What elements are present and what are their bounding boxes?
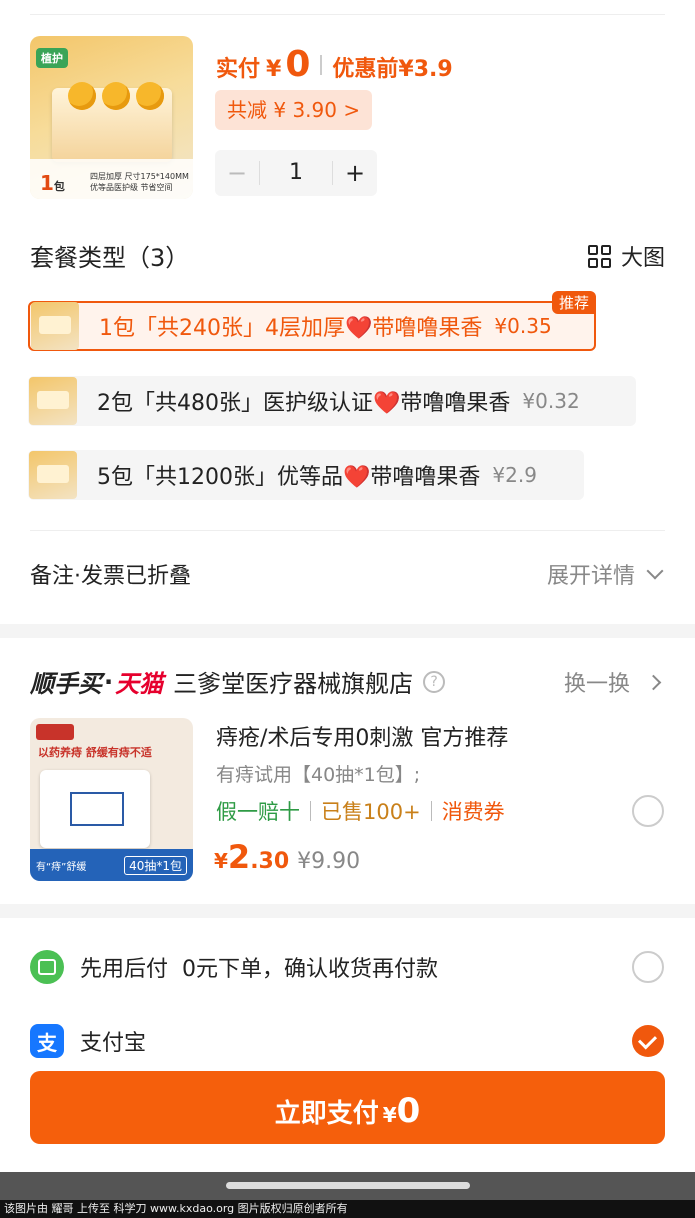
- remark-invoice-label: 备注·发票已折叠: [30, 564, 191, 589]
- thumb-caption: 四层加厚 尺寸175*140MM 优等品医护级 节省空间: [90, 172, 189, 192]
- paid-label: 实付: [216, 57, 261, 82]
- thumb-footer-left: 有“痔”舒缓: [36, 862, 87, 873]
- watermark-text: 该图片由 耀哥 上传至 科学刀 www.kxdao.org 图片版权归原创者所有: [0, 1200, 695, 1218]
- help-icon[interactable]: ?: [423, 670, 446, 693]
- chevron-right-icon: [645, 674, 662, 690]
- pay-later-icon: [30, 950, 64, 984]
- thumb-footer-right: 40抽*1包: [124, 856, 187, 875]
- addon-price: ¥2.30 ¥9.90: [214, 838, 361, 876]
- divider: [30, 530, 665, 531]
- addon-tags: 假一赔十 已售100+ 消费券: [216, 796, 505, 826]
- top-divider: [30, 14, 665, 15]
- quantity-value[interactable]: 1: [259, 161, 333, 185]
- option-thumbnail: [31, 302, 79, 350]
- store-name: 三爹堂医疗器械旗舰店: [173, 670, 414, 698]
- swap-button[interactable]: 换一换: [563, 666, 662, 698]
- option-label: 2包「共480张」医护级认证❤️带噜噜果香: [97, 391, 511, 416]
- addon-subtitle: 有痔试用【40抽*1包】;: [216, 764, 421, 786]
- option-price: ¥2.9: [492, 463, 537, 487]
- pay-later-name: 先用后付: [80, 957, 169, 982]
- pay-later-desc: 0元下单，确认收货再付款: [182, 957, 439, 982]
- thumb-qty: 1包: [40, 171, 65, 195]
- alipay-name: 支付宝: [80, 1031, 147, 1056]
- discount-detail-button[interactable]: 共减 ¥ 3.90 >: [215, 90, 373, 130]
- big-view-label: 大图: [620, 246, 665, 271]
- addon-title[interactable]: 痔疮/术后专用0刺激 官方推荐: [216, 720, 508, 752]
- addon-header: 顺手买 · 天猫 三爹堂医疗器械旗舰店 ?: [30, 664, 446, 699]
- increment-button[interactable]: +: [333, 159, 377, 187]
- price-separator: [320, 55, 323, 75]
- heart-icon: ❤️: [343, 465, 371, 490]
- grid-view-icon: [587, 244, 611, 268]
- decrement-button[interactable]: −: [215, 159, 259, 187]
- original-price: 优惠前¥3.9: [332, 57, 453, 82]
- price-row: 实付 ¥ 0 优惠前¥3.9: [216, 44, 453, 86]
- package-option-3[interactable]: 5包「共1200张」优等品❤️带噜噜果香 ¥2.9: [28, 450, 584, 500]
- paid-amount: 0: [285, 44, 311, 85]
- alipay-radio-checked[interactable]: [632, 1025, 664, 1057]
- option-price: ¥0.35: [494, 314, 552, 338]
- tmall-logo: 天猫: [115, 670, 164, 698]
- currency-symbol: ¥: [266, 57, 282, 82]
- duck-figure: [102, 82, 130, 110]
- checkout-page: 植护 1包 四层加厚 尺寸175*140MM 优等品医护级 节省空间 实付 ¥ …: [0, 0, 695, 1218]
- thumb-brand-tag: 植护: [36, 48, 68, 68]
- expand-details-button[interactable]: 展开详情: [546, 558, 664, 590]
- pay-now-button[interactable]: 立即支付 ¥0: [30, 1071, 665, 1144]
- heart-icon: ❤️: [373, 391, 401, 416]
- product-thumbnail[interactable]: 植护 1包 四层加厚 尺寸175*140MM 优等品医护级 节省空间: [30, 36, 193, 199]
- alipay-option[interactable]: 支 支付宝: [30, 1024, 146, 1058]
- package-option-1[interactable]: 1包「共240张」4层加厚❤️带噜噜果香 ¥0.35 推荐: [28, 291, 596, 351]
- section-gap: [0, 904, 695, 918]
- alipay-icon: 支: [30, 1024, 64, 1058]
- wipes-pack-image: [40, 770, 150, 848]
- option-label: 1包「共240张」4层加厚❤️带噜噜果香: [99, 316, 483, 341]
- thumb-slogan: 以药养痔 舒缓有痔不适: [38, 746, 152, 759]
- quantity-stepper: − 1 +: [215, 150, 377, 196]
- package-type-title: 套餐类型（3）: [30, 244, 190, 272]
- package-option-2[interactable]: 2包「共480张」医护级认证❤️带噜噜果香 ¥0.32: [28, 376, 636, 426]
- chevron-down-icon: [646, 562, 664, 580]
- shunshoumai-logo: 顺手买: [30, 670, 102, 698]
- tag-authentic: 假一赔十: [216, 800, 300, 824]
- tag-sold: 已售100+: [321, 800, 421, 824]
- expand-label: 展开详情: [546, 564, 635, 589]
- brand-logo: [36, 724, 74, 740]
- option-price: ¥0.32: [522, 389, 580, 413]
- addon-original-price: ¥9.90: [297, 849, 361, 874]
- section-gap: [0, 624, 695, 638]
- duck-figure: [136, 82, 164, 110]
- tag-coupon: 消费券: [441, 800, 505, 824]
- home-indicator[interactable]: [226, 1182, 470, 1189]
- recommend-badge: 推荐: [551, 291, 596, 314]
- big-view-button[interactable]: 大图: [587, 240, 665, 272]
- swap-label: 换一换: [563, 672, 630, 697]
- pay-later-option[interactable]: 先用后付 0元下单，确认收货再付款: [30, 950, 438, 984]
- option-thumbnail: [29, 377, 77, 425]
- addon-thumbnail[interactable]: 以药养痔 舒缓有痔不适 有“痔”舒缓 40抽*1包: [30, 718, 193, 881]
- duck-figure: [68, 82, 96, 110]
- option-thumbnail: [29, 451, 77, 499]
- heart-icon: ❤️: [345, 316, 373, 341]
- pay-later-radio[interactable]: [632, 951, 664, 983]
- addon-select-radio[interactable]: [632, 795, 664, 827]
- option-label: 5包「共1200张」优等品❤️带噜噜果香: [97, 465, 481, 490]
